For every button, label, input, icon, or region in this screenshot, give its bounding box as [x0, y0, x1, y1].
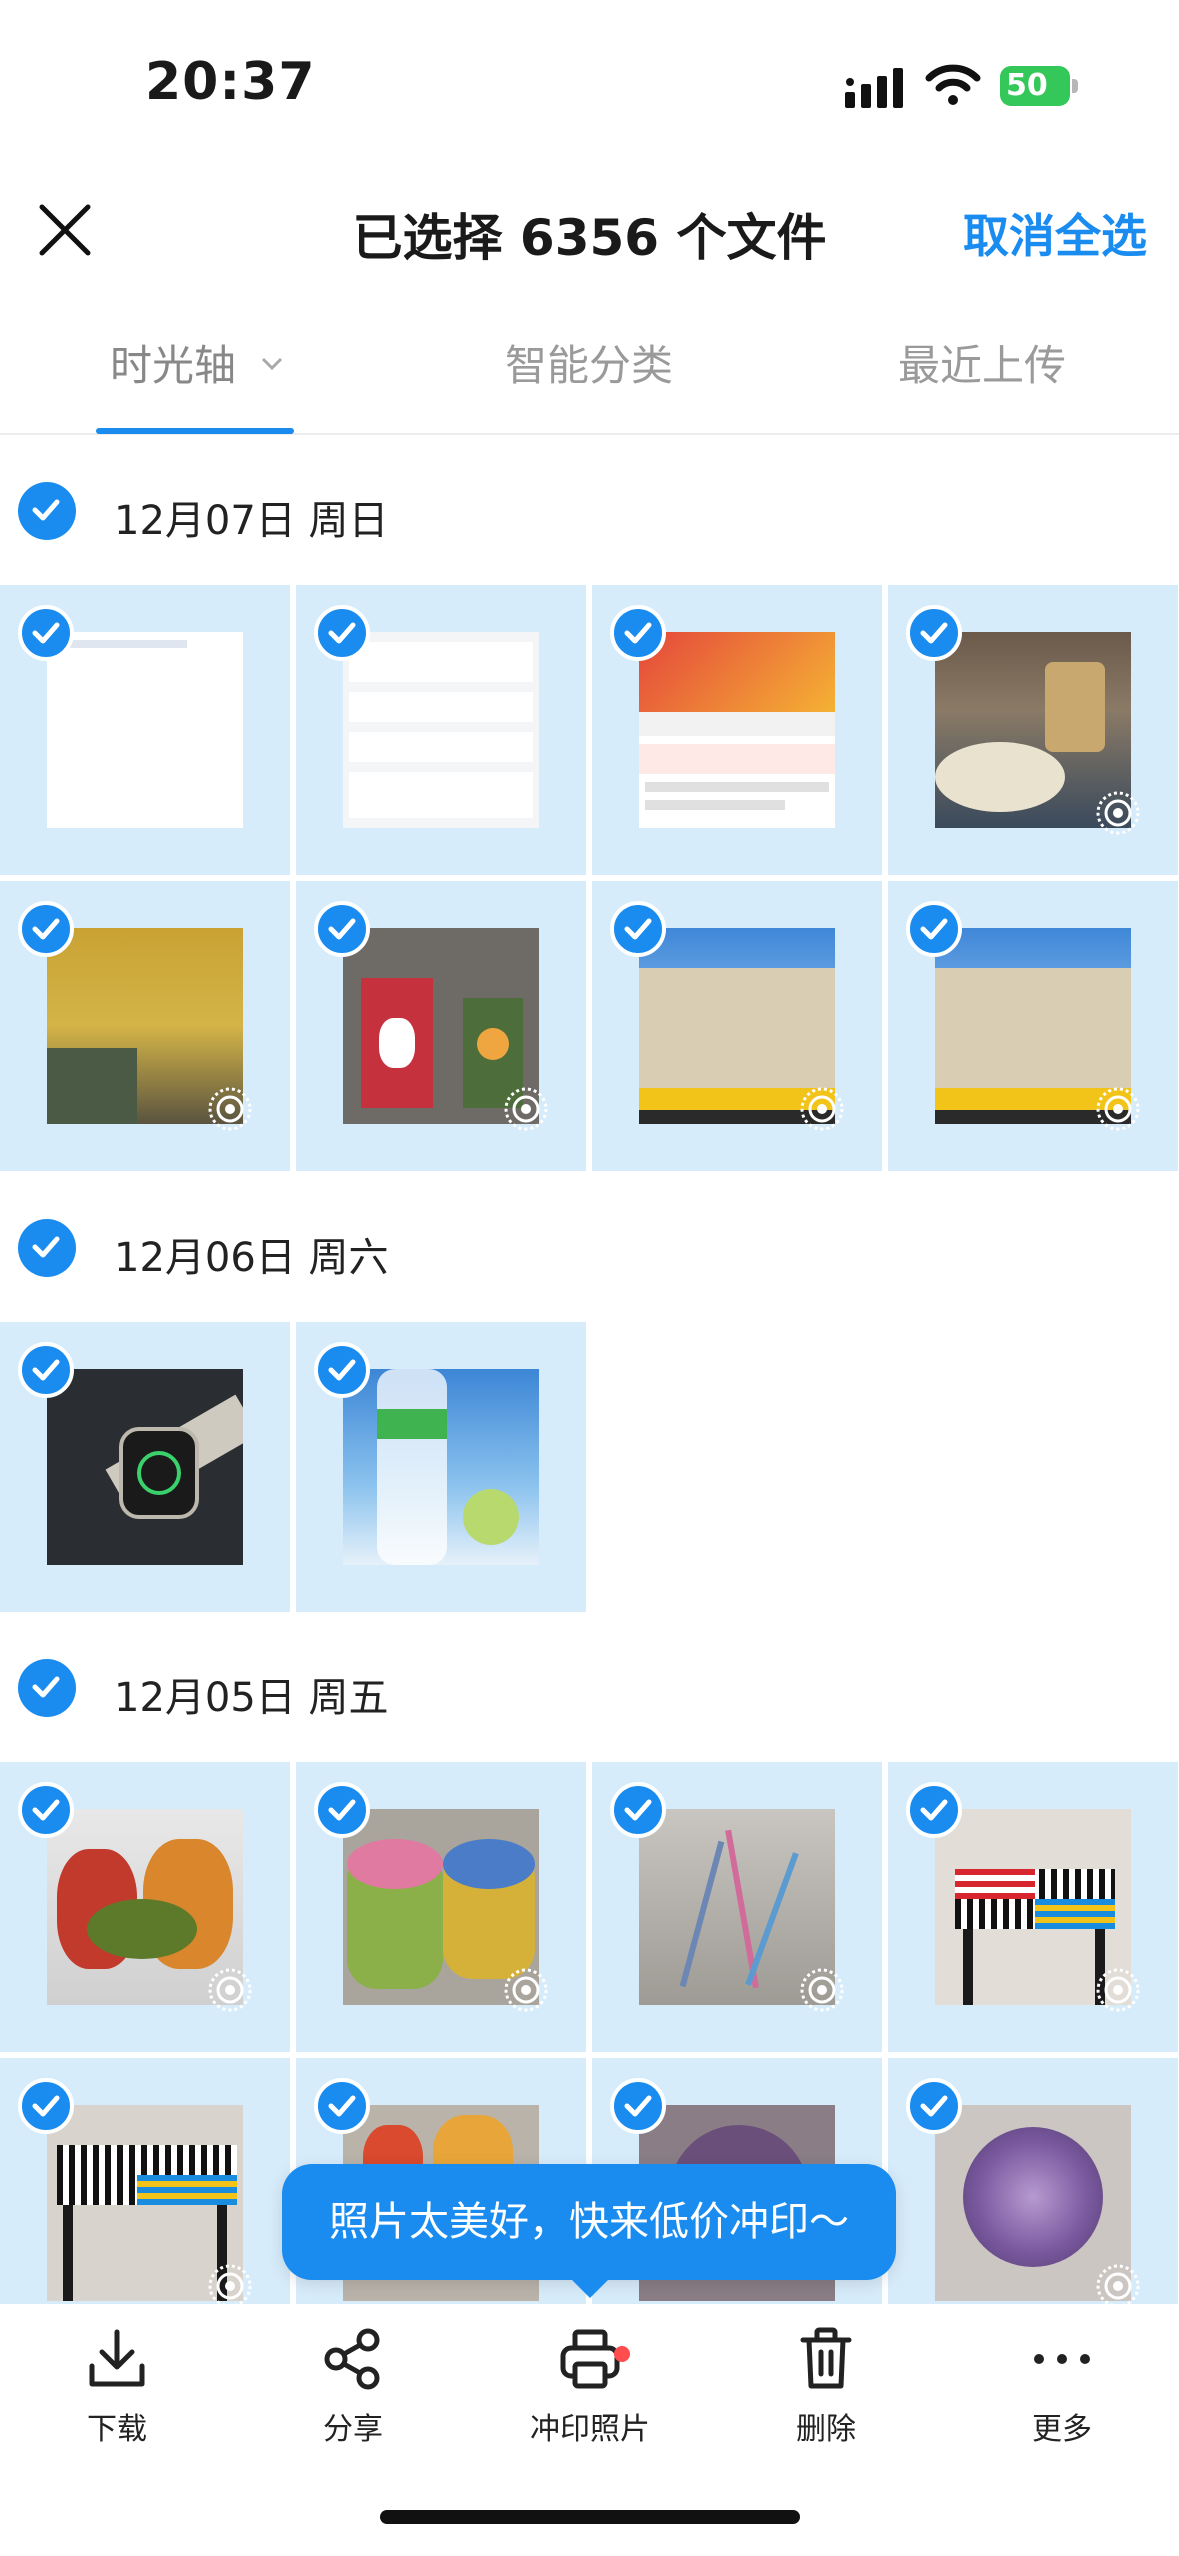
selected-check-icon[interactable] [314, 1342, 370, 1398]
share-button[interactable]: 分享 [273, 2324, 433, 2474]
tab-timeline[interactable]: 时光轴 [110, 332, 283, 393]
tab-smart-category[interactable]: 智能分类 [505, 332, 673, 393]
live-photo-icon [208, 1968, 252, 2012]
photo-tile[interactable] [0, 881, 290, 1171]
photo-thumbnail [343, 1369, 539, 1565]
photo-tile[interactable] [0, 1322, 290, 1612]
download-icon [89, 2329, 145, 2387]
home-indicator[interactable] [380, 2510, 800, 2524]
photo-tile[interactable] [0, 585, 290, 875]
deselect-all-button[interactable]: 取消全选 [963, 200, 1147, 266]
trash-icon [800, 2327, 852, 2389]
date-section-header[interactable]: 12月06日 周六 [0, 1197, 1179, 1297]
live-photo-icon [1096, 1968, 1140, 2012]
selected-check-icon[interactable] [314, 2078, 370, 2134]
photo-tile[interactable] [592, 585, 882, 875]
selected-check-icon[interactable] [610, 1782, 666, 1838]
status-bar: 20:37 50 [0, 0, 1179, 170]
selected-check-icon[interactable] [314, 901, 370, 957]
selected-check-icon[interactable] [18, 605, 74, 661]
more-button[interactable]: 更多 [982, 2324, 1142, 2474]
photo-tile[interactable] [296, 881, 586, 1171]
screenshot-thumbnail [343, 632, 539, 828]
download-label: 下载 [87, 2412, 147, 2447]
tab-recent-uploads[interactable]: 最近上传 [898, 332, 1066, 393]
live-photo-icon [800, 1968, 844, 2012]
date-section-header[interactable]: 12月05日 周五 [0, 1637, 1179, 1737]
live-photo-icon [1096, 791, 1140, 835]
section-check-icon[interactable] [18, 1659, 76, 1717]
share-label: 分享 [323, 2412, 383, 2447]
selected-check-icon[interactable] [314, 1782, 370, 1838]
photo-selection-screen: 20:37 50 已选择 6356 个文件 取消全选 时光轴 智能分类 最近上传… [0, 0, 1179, 2556]
more-label: 更多 [1032, 2412, 1092, 2447]
wifi-icon [925, 64, 981, 105]
selected-check-icon[interactable] [906, 901, 962, 957]
date-section-header[interactable]: 12月07日 周日 [0, 460, 1179, 560]
photo-tile[interactable] [296, 585, 586, 875]
section-date: 12月06日 周六 [114, 1235, 389, 1281]
cellular-signal-icon [845, 68, 903, 108]
printer-icon [560, 2329, 620, 2389]
photo-tile[interactable] [296, 1762, 586, 2052]
photo-tile[interactable] [592, 1762, 882, 2052]
photo-tile[interactable] [296, 1322, 586, 1612]
print-photos-button[interactable]: 冲印照片 [510, 2324, 670, 2474]
delete-button[interactable]: 删除 [746, 2324, 906, 2474]
screenshot-thumbnail [47, 632, 243, 828]
photo-tile[interactable] [888, 585, 1178, 875]
selected-check-icon[interactable] [906, 2078, 962, 2134]
selected-check-icon[interactable] [18, 2078, 74, 2134]
live-photo-icon [1096, 2264, 1140, 2308]
live-photo-icon [504, 1968, 548, 2012]
battery-level: 50 [1006, 68, 1048, 103]
section-check-icon[interactable] [18, 482, 76, 540]
selected-check-icon[interactable] [610, 901, 666, 957]
live-photo-icon [504, 1087, 548, 1131]
section-date: 12月05日 周五 [114, 1675, 389, 1721]
share-icon [324, 2328, 380, 2390]
active-tab-indicator [96, 428, 294, 434]
photo-tile[interactable] [888, 881, 1178, 1171]
photo-thumbnail [47, 1369, 243, 1565]
status-time: 20:37 [145, 52, 316, 112]
photo-tile[interactable] [592, 881, 882, 1171]
section-date: 12月07日 周日 [114, 498, 389, 544]
live-photo-icon [800, 1087, 844, 1131]
section-check-icon[interactable] [18, 1219, 76, 1277]
battery-icon: 50 [1000, 66, 1078, 106]
selected-check-icon[interactable] [610, 605, 666, 661]
selection-header: 已选择 6356 个文件 取消全选 [0, 170, 1179, 290]
selected-check-icon[interactable] [906, 1782, 962, 1838]
print-photos-label: 冲印照片 [530, 2412, 650, 2447]
print-promo-tooltip[interactable]: 照片太美好，快来低价冲印～ [282, 2164, 896, 2280]
tab-bar: 时光轴 智能分类 最近上传 [0, 300, 1179, 435]
download-button[interactable]: 下载 [37, 2324, 197, 2474]
live-photo-icon [208, 2264, 252, 2308]
live-photo-icon [208, 1087, 252, 1131]
selected-check-icon[interactable] [18, 901, 74, 957]
tab-label: 时光轴 [110, 341, 237, 390]
live-photo-icon [1096, 1087, 1140, 1131]
screenshot-thumbnail [639, 632, 835, 828]
photo-tile[interactable] [0, 1762, 290, 2052]
selected-check-icon[interactable] [906, 605, 962, 661]
chevron-down-icon [262, 357, 283, 371]
notification-dot [614, 2346, 630, 2362]
selected-check-icon[interactable] [18, 1782, 74, 1838]
selected-check-icon[interactable] [610, 2078, 666, 2134]
selected-check-icon[interactable] [314, 605, 370, 661]
selected-check-icon[interactable] [18, 1342, 74, 1398]
delete-label: 删除 [796, 2412, 856, 2447]
photo-tile[interactable] [888, 1762, 1178, 2052]
more-dots-icon [1034, 2354, 1090, 2364]
tooltip-arrow [568, 2276, 612, 2298]
